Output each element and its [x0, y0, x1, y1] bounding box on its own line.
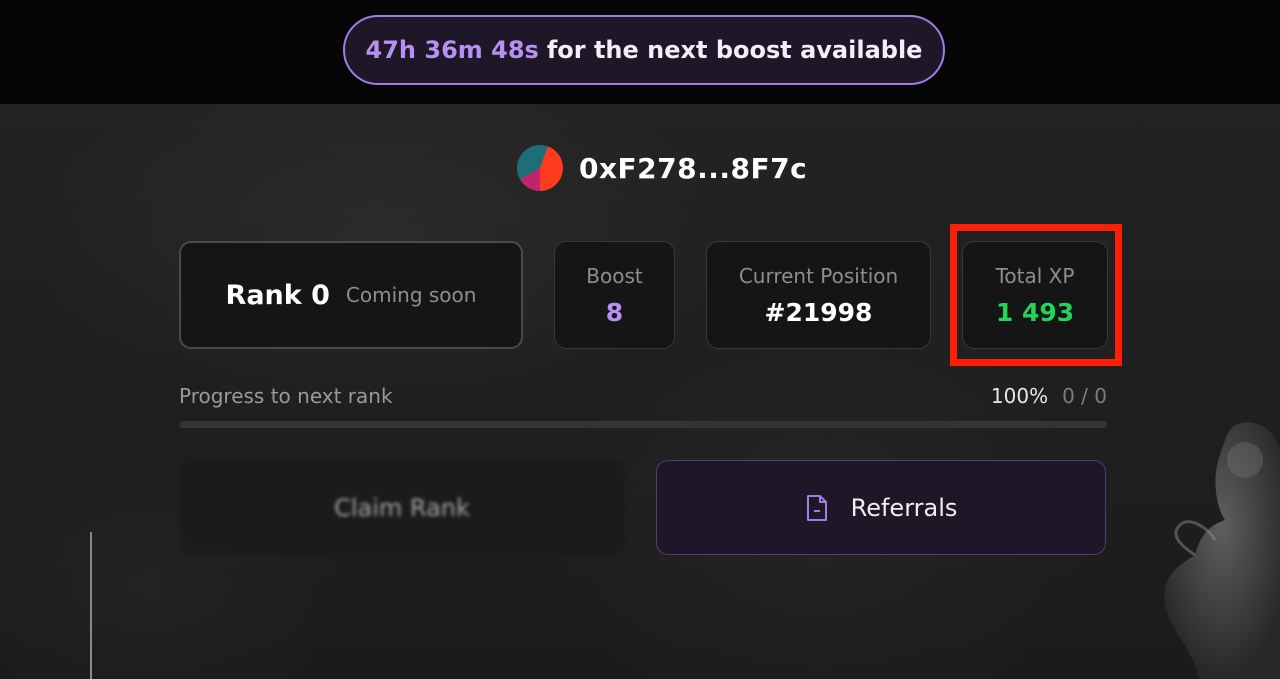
total-xp-label: Total XP — [995, 263, 1075, 288]
total-xp-value: 1 493 — [995, 297, 1075, 327]
wallet-avatar-icon — [517, 145, 563, 191]
current-position-value: #21998 — [764, 297, 873, 327]
progress-bar-fill — [179, 421, 1107, 428]
boost-label: Boost — [586, 263, 643, 288]
divider-line — [90, 532, 92, 679]
referrals-button[interactable]: Referrals — [656, 460, 1106, 555]
referrals-label: Referrals — [850, 493, 958, 522]
progress-bar — [179, 421, 1107, 428]
current-position-card: Current Position #21998 — [706, 241, 931, 349]
boost-countdown: 47h 36m 48s — [365, 36, 539, 64]
boost-message: for the next boost available — [546, 36, 923, 64]
progress-count: 0 / 0 — [1062, 384, 1107, 408]
boost-card: Boost 8 — [554, 241, 675, 349]
rank-status: Coming soon — [345, 283, 477, 307]
top-bar: 47h 36m 48s for the next boost available — [0, 0, 1280, 104]
statue-decoration — [1164, 422, 1280, 679]
boost-timer-banner: 47h 36m 48s for the next boost available — [343, 15, 945, 85]
progress-label: Progress to next rank — [179, 384, 393, 408]
wallet-info[interactable]: 0xF278...8F7c — [517, 145, 807, 191]
boost-value: 8 — [605, 297, 624, 327]
document-icon — [806, 494, 827, 521]
progress-stats: 100% 0 / 0 — [979, 384, 1107, 408]
total-xp-card: Total XP 1 493 — [962, 241, 1108, 349]
wallet-address: 0xF278...8F7c — [579, 151, 808, 185]
rank-card: Rank 0 Coming soon — [179, 241, 523, 349]
progress-percent: 100% — [990, 384, 1049, 408]
rank-title: Rank 0 — [225, 279, 330, 311]
claim-rank-button[interactable]: Claim Rank — [179, 460, 625, 555]
current-position-label: Current Position — [738, 263, 899, 288]
